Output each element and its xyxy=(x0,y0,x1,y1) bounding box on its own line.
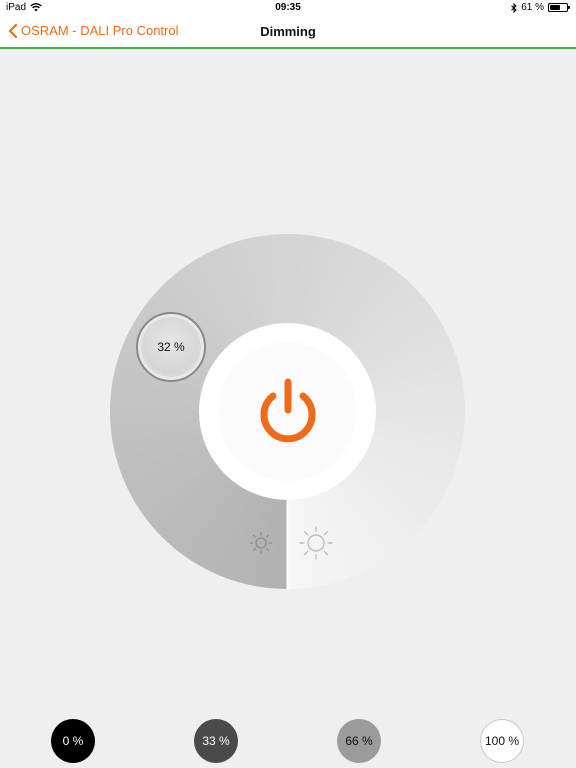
status-bar: iPad 09:35 61 % xyxy=(0,0,576,16)
page-title: Dimming xyxy=(260,24,316,39)
bright-sun-icon xyxy=(299,526,333,560)
preset-0-button[interactable]: 0 % xyxy=(51,719,95,763)
level-handle[interactable]: 32 % xyxy=(136,312,206,382)
power-button[interactable] xyxy=(218,342,357,481)
battery-percent: 61 % xyxy=(521,2,544,13)
preset-66-button[interactable]: 66 % xyxy=(337,719,381,763)
preset-100-button[interactable]: 100 % xyxy=(480,719,524,763)
navigation-bar: OSRAM - DALI Pro Control Dimming xyxy=(0,16,576,49)
preset-33-button[interactable]: 33 % xyxy=(194,719,238,763)
power-icon xyxy=(260,378,315,442)
dim-sun-icon xyxy=(249,531,273,555)
bluetooth-icon xyxy=(511,2,517,13)
status-time: 09:35 xyxy=(275,2,301,13)
status-right: 61 % xyxy=(511,2,570,13)
battery-icon xyxy=(548,3,570,12)
level-readout: 32 % xyxy=(144,320,198,374)
